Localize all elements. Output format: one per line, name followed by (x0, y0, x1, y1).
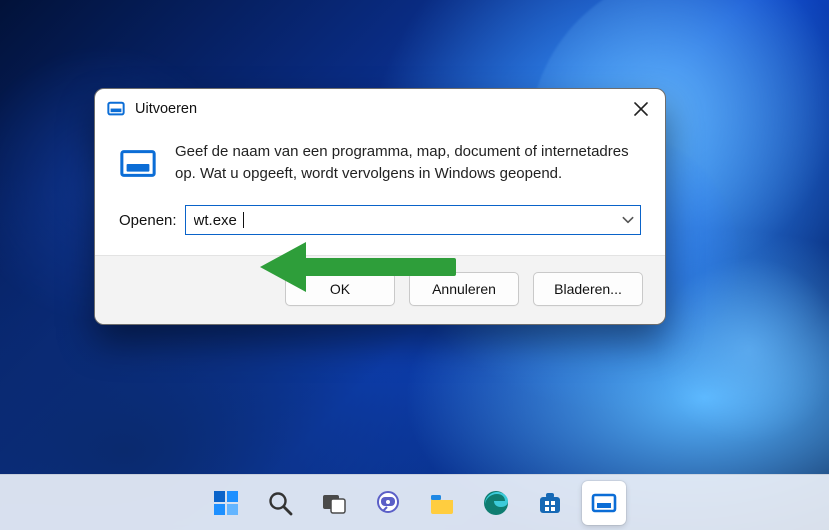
taskbar-edge[interactable] (474, 481, 518, 525)
run-icon (107, 100, 125, 118)
taskbar-file-explorer[interactable] (420, 481, 464, 525)
open-label: Openen: (119, 212, 177, 229)
taskbar-chat[interactable] (366, 481, 410, 525)
text-caret (243, 212, 244, 228)
dialog-footer: OK Annuleren Bladeren... (95, 255, 665, 324)
open-input[interactable] (185, 205, 641, 235)
close-button[interactable] (625, 93, 657, 125)
cancel-button[interactable]: Annuleren (409, 272, 519, 306)
desktop: Uitvoeren Geef de naam van een programma… (0, 0, 829, 530)
titlebar: Uitvoeren (95, 89, 665, 129)
taskbar-search[interactable] (258, 481, 302, 525)
taskbar-microsoft-store[interactable] (528, 481, 572, 525)
dialog-body: Geef de naam van een programma, map, doc… (95, 129, 665, 255)
taskbar-run[interactable] (582, 481, 626, 525)
taskbar-task-view[interactable] (312, 481, 356, 525)
dialog-title: Uitvoeren (135, 101, 625, 117)
run-icon-large (119, 145, 157, 183)
open-combobox[interactable] (185, 205, 641, 235)
browse-button[interactable]: Bladeren... (533, 272, 643, 306)
taskbar (0, 474, 829, 530)
dialog-description: Geef de naam van een programma, map, doc… (175, 141, 641, 185)
run-dialog: Uitvoeren Geef de naam van een programma… (94, 88, 666, 325)
taskbar-start[interactable] (204, 481, 248, 525)
ok-button[interactable]: OK (285, 272, 395, 306)
